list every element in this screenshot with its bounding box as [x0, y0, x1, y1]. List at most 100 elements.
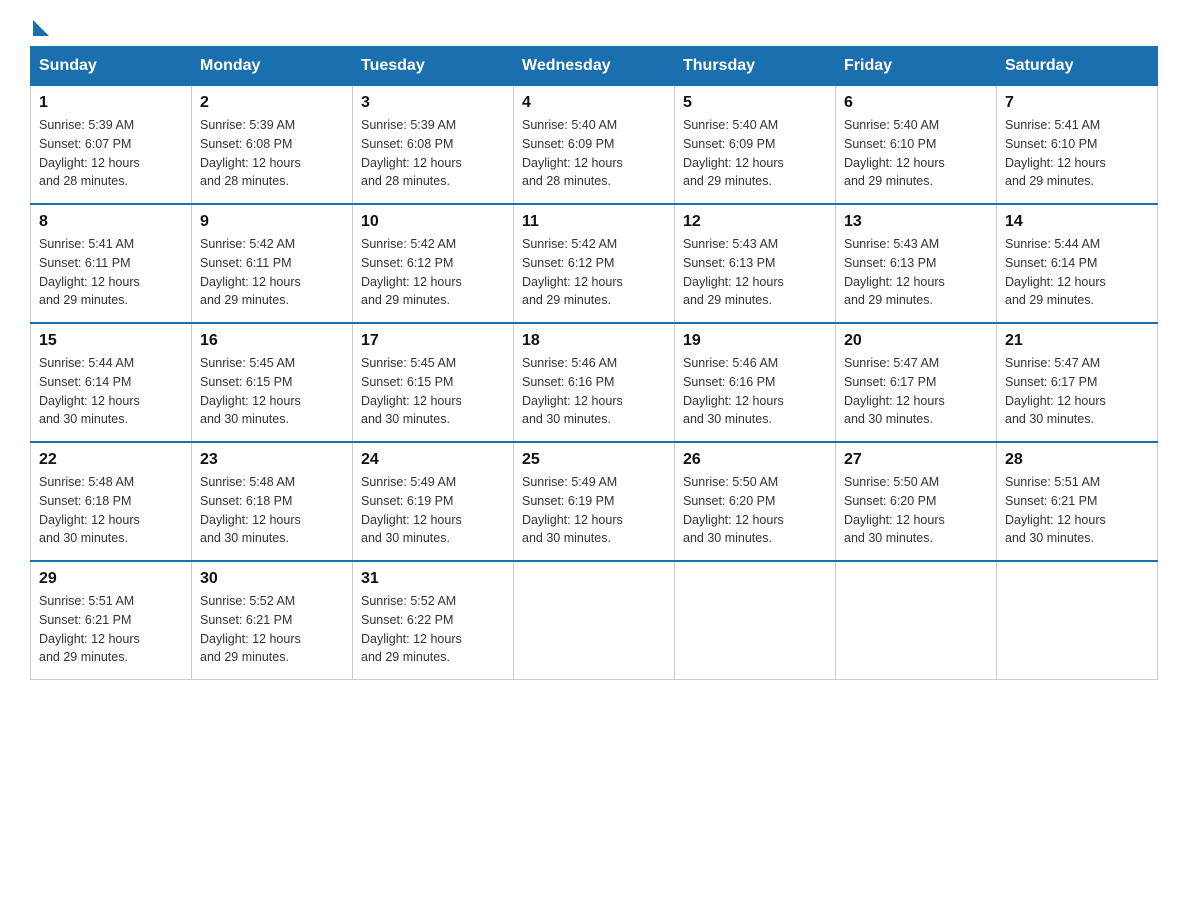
day-number: 2: [200, 94, 344, 112]
day-info: Sunrise: 5:45 AMSunset: 6:15 PMDaylight:…: [200, 356, 301, 426]
day-info: Sunrise: 5:47 AMSunset: 6:17 PMDaylight:…: [844, 356, 945, 426]
logo: [30, 20, 49, 36]
day-number: 29: [39, 570, 183, 588]
calendar-week-row: 8 Sunrise: 5:41 AMSunset: 6:11 PMDaylight…: [31, 204, 1158, 323]
day-info: Sunrise: 5:39 AMSunset: 6:07 PMDaylight:…: [39, 118, 140, 188]
calendar-cell: 6 Sunrise: 5:40 AMSunset: 6:10 PMDaylight…: [836, 86, 997, 205]
day-info: Sunrise: 5:52 AMSunset: 6:21 PMDaylight:…: [200, 594, 301, 664]
calendar-cell: 8 Sunrise: 5:41 AMSunset: 6:11 PMDaylight…: [31, 204, 192, 323]
day-info: Sunrise: 5:41 AMSunset: 6:10 PMDaylight:…: [1005, 118, 1106, 188]
day-number: 1: [39, 94, 183, 112]
weekday-header-tuesday: Tuesday: [353, 47, 514, 86]
day-number: 16: [200, 332, 344, 350]
day-number: 25: [522, 451, 666, 469]
weekday-header-row: SundayMondayTuesdayWednesdayThursdayFrid…: [31, 47, 1158, 86]
day-info: Sunrise: 5:51 AMSunset: 6:21 PMDaylight:…: [1005, 475, 1106, 545]
day-number: 20: [844, 332, 988, 350]
calendar-cell: 30Sunrise: 5:52 AMSunset: 6:21 PMDayligh…: [192, 561, 353, 680]
day-number: 17: [361, 332, 505, 350]
calendar-week-row: 22 Sunrise: 5:48 AMSunset: 6:18 PMDayligh…: [31, 442, 1158, 561]
day-number: 13: [844, 213, 988, 231]
logo-arrow-icon: [33, 20, 49, 36]
day-info: Sunrise: 5:48 AMSunset: 6:18 PMDaylight:…: [39, 475, 140, 545]
day-number: 11: [522, 213, 666, 231]
calendar-cell: 23 Sunrise: 5:48 AMSunset: 6:18 PMDayligh…: [192, 442, 353, 561]
calendar-cell: 12 Sunrise: 5:43 AMSunset: 6:13 PMDayligh…: [675, 204, 836, 323]
calendar-cell: 4 Sunrise: 5:40 AMSunset: 6:09 PMDaylight…: [514, 86, 675, 205]
day-number: 7: [1005, 94, 1149, 112]
calendar-cell: 16 Sunrise: 5:45 AMSunset: 6:15 PMDayligh…: [192, 323, 353, 442]
day-number: 14: [1005, 213, 1149, 231]
calendar-cell: 20 Sunrise: 5:47 AMSunset: 6:17 PMDayligh…: [836, 323, 997, 442]
day-info: Sunrise: 5:42 AMSunset: 6:12 PMDaylight:…: [361, 237, 462, 307]
day-info: Sunrise: 5:43 AMSunset: 6:13 PMDaylight:…: [683, 237, 784, 307]
calendar-cell: 22 Sunrise: 5:48 AMSunset: 6:18 PMDayligh…: [31, 442, 192, 561]
day-number: 10: [361, 213, 505, 231]
day-info: Sunrise: 5:49 AMSunset: 6:19 PMDaylight:…: [361, 475, 462, 545]
calendar-cell: [997, 561, 1158, 680]
calendar-cell: 24 Sunrise: 5:49 AMSunset: 6:19 PMDayligh…: [353, 442, 514, 561]
weekday-header-sunday: Sunday: [31, 47, 192, 86]
day-info: Sunrise: 5:39 AMSunset: 6:08 PMDaylight:…: [200, 118, 301, 188]
day-number: 28: [1005, 451, 1149, 469]
calendar-cell: 3 Sunrise: 5:39 AMSunset: 6:08 PMDaylight…: [353, 86, 514, 205]
day-info: Sunrise: 5:45 AMSunset: 6:15 PMDaylight:…: [361, 356, 462, 426]
calendar-cell: 7 Sunrise: 5:41 AMSunset: 6:10 PMDaylight…: [997, 86, 1158, 205]
calendar-cell: 25 Sunrise: 5:49 AMSunset: 6:19 PMDayligh…: [514, 442, 675, 561]
day-number: 15: [39, 332, 183, 350]
day-number: 8: [39, 213, 183, 231]
day-info: Sunrise: 5:40 AMSunset: 6:09 PMDaylight:…: [522, 118, 623, 188]
calendar-cell: 14 Sunrise: 5:44 AMSunset: 6:14 PMDayligh…: [997, 204, 1158, 323]
day-number: 19: [683, 332, 827, 350]
day-info: Sunrise: 5:41 AMSunset: 6:11 PMDaylight:…: [39, 237, 140, 307]
weekday-header-monday: Monday: [192, 47, 353, 86]
day-number: 3: [361, 94, 505, 112]
calendar-cell: 26 Sunrise: 5:50 AMSunset: 6:20 PMDayligh…: [675, 442, 836, 561]
day-number: 12: [683, 213, 827, 231]
calendar-cell: 21 Sunrise: 5:47 AMSunset: 6:17 PMDayligh…: [997, 323, 1158, 442]
weekday-header-wednesday: Wednesday: [514, 47, 675, 86]
day-number: 6: [844, 94, 988, 112]
calendar-cell: 9 Sunrise: 5:42 AMSunset: 6:11 PMDaylight…: [192, 204, 353, 323]
weekday-header-saturday: Saturday: [997, 47, 1158, 86]
day-number: 21: [1005, 332, 1149, 350]
day-number: 23: [200, 451, 344, 469]
day-number: 22: [39, 451, 183, 469]
calendar-week-row: 1 Sunrise: 5:39 AMSunset: 6:07 PMDaylight…: [31, 86, 1158, 205]
day-info: Sunrise: 5:47 AMSunset: 6:17 PMDaylight:…: [1005, 356, 1106, 426]
calendar-cell: 2 Sunrise: 5:39 AMSunset: 6:08 PMDaylight…: [192, 86, 353, 205]
day-info: Sunrise: 5:52 AMSunset: 6:22 PMDaylight:…: [361, 594, 462, 664]
day-info: Sunrise: 5:40 AMSunset: 6:09 PMDaylight:…: [683, 118, 784, 188]
day-info: Sunrise: 5:42 AMSunset: 6:11 PMDaylight:…: [200, 237, 301, 307]
calendar-cell: [836, 561, 997, 680]
calendar-week-row: 29 Sunrise: 5:51 AMSunset: 6:21 PMDayligh…: [31, 561, 1158, 680]
day-number: 26: [683, 451, 827, 469]
calendar-cell: 11 Sunrise: 5:42 AMSunset: 6:12 PMDayligh…: [514, 204, 675, 323]
day-number: 24: [361, 451, 505, 469]
weekday-header-thursday: Thursday: [675, 47, 836, 86]
page-header: [30, 20, 1158, 36]
day-info: Sunrise: 5:40 AMSunset: 6:10 PMDaylight:…: [844, 118, 945, 188]
day-info: Sunrise: 5:43 AMSunset: 6:13 PMDaylight:…: [844, 237, 945, 307]
calendar-cell: 18Sunrise: 5:46 AMSunset: 6:16 PMDayligh…: [514, 323, 675, 442]
calendar-cell: 28 Sunrise: 5:51 AMSunset: 6:21 PMDayligh…: [997, 442, 1158, 561]
day-number: 9: [200, 213, 344, 231]
day-info: Sunrise: 5:50 AMSunset: 6:20 PMDaylight:…: [683, 475, 784, 545]
calendar-cell: [514, 561, 675, 680]
calendar-table: SundayMondayTuesdayWednesdayThursdayFrid…: [30, 46, 1158, 680]
calendar-cell: 13 Sunrise: 5:43 AMSunset: 6:13 PMDayligh…: [836, 204, 997, 323]
day-info: Sunrise: 5:42 AMSunset: 6:12 PMDaylight:…: [522, 237, 623, 307]
calendar-cell: 19Sunrise: 5:46 AMSunset: 6:16 PMDayligh…: [675, 323, 836, 442]
calendar-cell: 1 Sunrise: 5:39 AMSunset: 6:07 PMDaylight…: [31, 86, 192, 205]
calendar-cell: 31Sunrise: 5:52 AMSunset: 6:22 PMDayligh…: [353, 561, 514, 680]
day-info: Sunrise: 5:51 AMSunset: 6:21 PMDaylight:…: [39, 594, 140, 664]
day-info: Sunrise: 5:46 AMSunset: 6:16 PMDaylight:…: [522, 356, 623, 426]
calendar-cell: 5 Sunrise: 5:40 AMSunset: 6:09 PMDaylight…: [675, 86, 836, 205]
calendar-week-row: 15Sunrise: 5:44 AMSunset: 6:14 PMDayligh…: [31, 323, 1158, 442]
day-info: Sunrise: 5:44 AMSunset: 6:14 PMDaylight:…: [1005, 237, 1106, 307]
day-info: Sunrise: 5:39 AMSunset: 6:08 PMDaylight:…: [361, 118, 462, 188]
day-info: Sunrise: 5:49 AMSunset: 6:19 PMDaylight:…: [522, 475, 623, 545]
day-number: 4: [522, 94, 666, 112]
day-number: 5: [683, 94, 827, 112]
day-info: Sunrise: 5:48 AMSunset: 6:18 PMDaylight:…: [200, 475, 301, 545]
